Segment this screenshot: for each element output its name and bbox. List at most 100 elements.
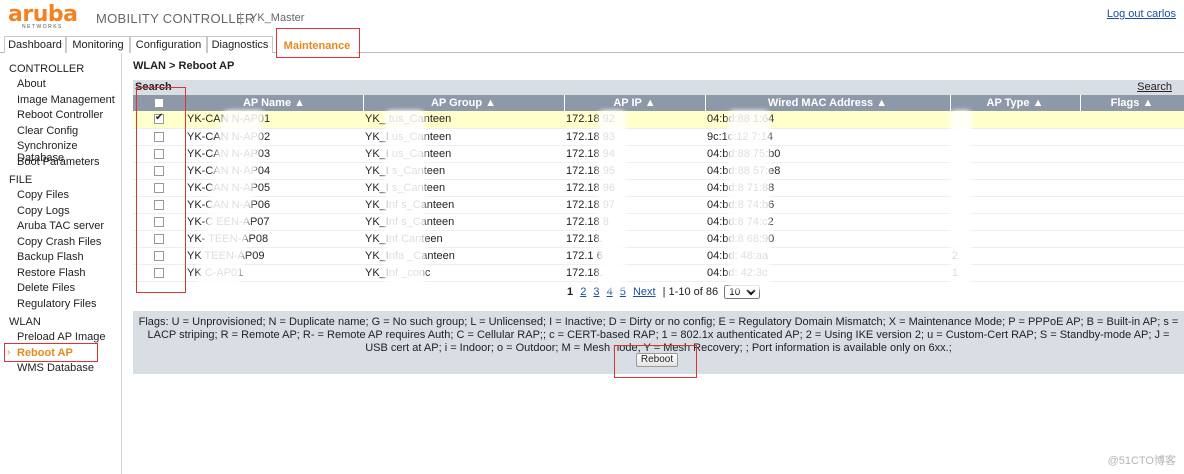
privacy-blur-mask [385,110,425,290]
row-select-cell [133,111,185,129]
row-checkbox[interactable] [154,148,164,159]
tab-dashboard[interactable]: Dashboard [4,36,66,53]
cell-flags [1080,196,1184,214]
row-checkbox[interactable] [154,165,164,176]
sidebar-item-reboot-ap[interactable]: Reboot AP [17,347,73,359]
sidebar-item-boot-parameters[interactable]: Boot Parameters [17,156,100,168]
ap-table: AP Name ▲ AP Group ▲ AP IP ▲ Wired MAC A… [133,95,1184,282]
top-bar: aruba NETWORKS MOBILITY CONTROLLER | YK_… [0,0,1184,36]
table-row[interactable]: YK-CAN N-AP01YK_ tus_Canteen172.18 9204:… [133,111,1184,129]
tab-diagnostics[interactable]: Diagnostics [207,36,273,53]
col-ap-name[interactable]: AP Name ▲ [185,95,364,111]
pager-range: 1-10 of 86 [668,286,719,298]
row-checkbox[interactable] [154,233,164,244]
cell-ap-ip: 172.18 97 [564,196,705,214]
cell-flags [1080,264,1184,282]
sidebar-item-clear-config[interactable]: Clear Config [17,125,78,137]
tab-monitoring[interactable]: Monitoring [66,36,130,53]
search-link[interactable]: Search [1137,81,1172,93]
select-all-checkbox[interactable] [153,98,164,109]
breadcrumb: WLAN > Reboot AP [133,60,235,72]
row-select-cell [133,162,185,180]
cell-ap-ip: 172.18 92 [564,111,705,129]
row-checkbox[interactable] [154,199,164,210]
cell-ap-name: YK-CAN N-AP02 [185,128,363,146]
sidebar-item-copy-files[interactable]: Copy Files [17,189,69,201]
page-link-2[interactable]: 2 [580,286,586,298]
privacy-blur-mask [728,110,770,290]
row-checkbox[interactable] [154,182,164,193]
logout-link[interactable]: Log out carlos [1107,8,1176,20]
table-row[interactable]: YK-CAN N-AP05YK_I s_Canteen172.18 9604:b… [133,179,1184,197]
col-wired-mac[interactable]: Wired MAC Address ▲ [705,95,951,111]
sidebar-item-reboot-controller[interactable]: Reboot Controller [17,109,103,121]
cell-ap-name: YK-CAN N-AP04 [185,162,363,180]
sidebar-item-wms-database[interactable]: WMS Database [17,362,94,374]
sidebar-section-file: FILE [9,174,33,186]
controller-name: YK_Master [250,12,305,24]
cell-flags [1080,162,1184,180]
table-row[interactable]: YK-CAN N-AP06YK_Inf s_Canteen172.18 9704… [133,196,1184,214]
cell-flags [1080,213,1184,231]
cell-ap-ip: 172.18 8 [564,213,705,231]
cell-ap-ip: 172.18 96 [564,179,705,197]
sidebar-item-copy-crash-files[interactable]: Copy Crash Files [17,236,101,248]
brand-name: aruba [8,2,78,27]
page-current: 1 [567,286,574,298]
reboot-button[interactable]: Reboot [636,353,678,367]
col-ap-ip[interactable]: AP IP ▲ [564,95,706,111]
tab-maintenance[interactable]: Maintenance [277,38,357,55]
sidebar-item-regulatory-files[interactable]: Regulatory Files [17,298,96,310]
cell-ap-ip: 172.18 93 [564,128,705,146]
page-next-link[interactable]: Next [633,286,656,298]
sidebar-item-preload-ap-image[interactable]: Preload AP Image [17,331,105,343]
row-checkbox[interactable] [154,250,164,261]
aruba-logo: aruba NETWORKS [8,2,78,31]
search-strip: Search Search [133,80,1184,95]
col-ap-type[interactable]: AP Type ▲ [950,95,1081,111]
cell-ap-ip: 172.18 95 [564,162,705,180]
privacy-blur-mask [598,110,626,290]
cell-ap-ip: 172.1 6 [564,247,705,265]
table-row[interactable]: YK-CAN N-AP03YK_I us_Canteen172.18 9404:… [133,145,1184,163]
watermark: @51CTO博客 [1107,455,1176,467]
sidebar-section-controller: CONTROLLER [9,63,85,75]
col-ap-group[interactable]: AP Group ▲ [363,95,565,111]
sidebar-item-about[interactable]: About [17,78,46,90]
table-row[interactable]: YK-C EEN-AP07YK_Inf s_Canteen172.18 804:… [133,213,1184,231]
table-row[interactable]: YK-CAN N-AP04YK_I s_Canteen172.18 9504:b… [133,162,1184,180]
sidebar-item-copy-logs[interactable]: Copy Logs [17,205,70,217]
cell-ap-name: YK-CAN N-AP01 [185,111,363,129]
row-checkbox[interactable] [154,216,164,227]
privacy-blur-mask [950,110,972,290]
row-checkbox[interactable] [154,267,164,278]
col-flags[interactable]: Flags ▲ [1080,95,1184,111]
col-select-all[interactable] [133,95,186,111]
title-separator: | [239,10,243,25]
flags-legend-panel: Flags: U = Unprovisioned; N = Duplicate … [133,311,1184,374]
row-select-cell [133,179,185,197]
sidebar-item-restore-flash[interactable]: Restore Flash [17,267,85,279]
pager-separator: | [662,286,666,298]
row-select-cell [133,247,185,265]
tab-configuration[interactable]: Configuration [130,36,207,53]
ap-table-body: YK-CAN N-AP01YK_ tus_Canteen172.18 9204:… [133,111,1184,282]
sidebar-item-delete-files[interactable]: Delete Files [17,282,75,294]
table-row[interactable]: YK TEEN-AP09YK_Infa _Canteen172.1 604:bd… [133,247,1184,265]
app-title: MOBILITY CONTROLLER [96,11,255,26]
table-row[interactable]: YK-CAN N-AP02YK_I us_Canteen172.18 939c:… [133,128,1184,146]
sidebar-item-aruba-tac-server[interactable]: Aruba TAC server [17,220,104,232]
main-tabs: Dashboard Monitoring Configuration Diagn… [0,36,1184,55]
search-label: Search [135,81,172,93]
table-row[interactable]: YK C-AP01YK_Inf _conc172.18.04:bd: 42:3c… [133,264,1184,282]
cell-flags [1080,128,1184,146]
row-checkbox[interactable] [154,131,164,142]
sidebar-item-backup-flash[interactable]: Backup Flash [17,251,84,263]
cell-ap-ip: 172.18. [564,264,705,282]
row-select-cell [133,230,185,248]
row-checkbox[interactable] [154,112,164,125]
sidebar: CONTROLLER About Image Management Reboot… [0,53,122,474]
row-select-cell [133,264,185,282]
table-row[interactable]: YK- TEEN-AP08YK_Inf Canteen172.18.04:bd:… [133,230,1184,248]
sidebar-item-image-management[interactable]: Image Management [17,94,115,106]
